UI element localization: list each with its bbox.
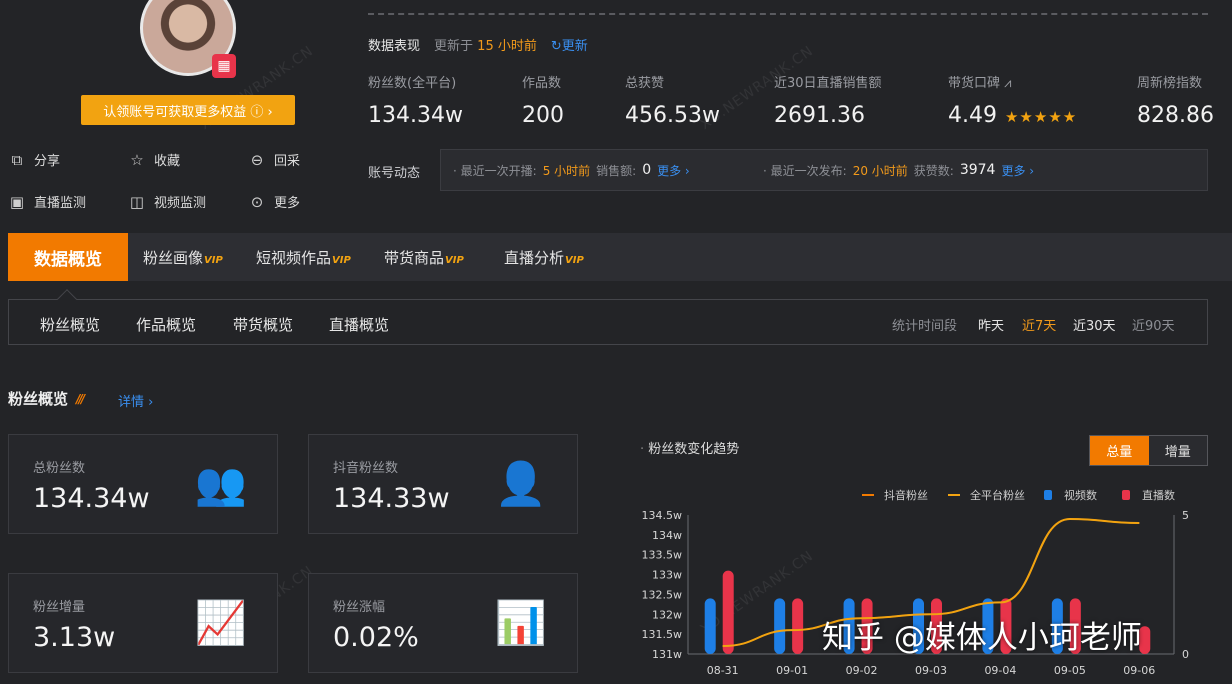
period-yesterday[interactable]: 昨天 bbox=[978, 315, 1004, 334]
user-check-icon: 👤 bbox=[494, 459, 547, 508]
users-icon: 👥 bbox=[194, 459, 247, 508]
star-icon: ☆ bbox=[130, 150, 144, 169]
more-dots-icon: ⊙ bbox=[250, 192, 264, 211]
stat-live-sales: 近30日直播销售额 2691.36 bbox=[774, 76, 882, 128]
subtab-live-overview[interactable]: 直播概览 bbox=[329, 314, 389, 335]
toggle-total[interactable]: 总量 bbox=[1090, 436, 1149, 465]
card-fans-growth: 粉丝增量 3.13w 📈 bbox=[8, 573, 278, 673]
x-tick-label: 09-03 bbox=[915, 664, 947, 677]
legend-label: 直播数 bbox=[1142, 488, 1175, 502]
stat-likes: 总获赞 456.53w bbox=[625, 76, 720, 128]
fans-section-title: 粉丝概览/// bbox=[8, 390, 85, 408]
y-tick-label-left: 133.5w bbox=[642, 549, 683, 562]
card-total-fans: 总粉丝数 134.34w 👥 bbox=[8, 434, 278, 534]
period-30days[interactable]: 近30天 bbox=[1073, 315, 1116, 334]
video-monitor-button[interactable]: ◫ 视频监测 bbox=[128, 192, 206, 212]
toggle-increment[interactable]: 增量 bbox=[1148, 436, 1207, 465]
period-label: 统计时间段 bbox=[892, 319, 958, 334]
bar-live bbox=[792, 598, 804, 654]
trend-icon[interactable]: ⩘ bbox=[1004, 76, 1011, 91]
tv-icon: ▣ bbox=[9, 192, 25, 211]
x-tick-label: 09-02 bbox=[846, 664, 878, 677]
stat-weekly-index: 周新榜指数 828.86 bbox=[1137, 76, 1214, 128]
stat-works: 作品数 200 bbox=[522, 76, 564, 128]
y-tick-label-left: 133w bbox=[652, 569, 682, 582]
rating-stars-icon: ★★★★★ bbox=[1004, 108, 1078, 126]
x-tick-label: 08-31 bbox=[707, 664, 739, 677]
card-fans-rate: 粉丝涨幅 0.02% 📊 bbox=[308, 573, 578, 673]
publish-more-link[interactable]: 更多 › bbox=[1001, 162, 1034, 179]
legend-marker bbox=[1122, 490, 1130, 500]
period-90days[interactable]: 近90天 bbox=[1132, 315, 1175, 334]
favorite-button[interactable]: ☆ 收藏 bbox=[128, 150, 180, 170]
updated-value: 15 小时前 bbox=[477, 39, 537, 54]
legend-label: 视频数 bbox=[1064, 488, 1097, 502]
bar-live bbox=[722, 570, 734, 654]
bar-video bbox=[704, 598, 716, 654]
dynamics-label: 账号动态 bbox=[368, 166, 421, 181]
decor-slashes-icon: /// bbox=[76, 391, 85, 406]
divider bbox=[368, 13, 1208, 15]
bar-chart-icon: 📊 bbox=[494, 598, 547, 647]
performance-header: 数据表现 更新于 15 小时前 ↻更新 bbox=[368, 35, 588, 54]
x-tick-label: 09-05 bbox=[1054, 664, 1086, 677]
more-button[interactable]: ⊙ 更多 bbox=[248, 192, 300, 212]
x-tick-label: 09-04 bbox=[984, 664, 1016, 677]
subtab-sales-overview[interactable]: 带货概览 bbox=[233, 314, 293, 335]
zhihu-watermark: 知乎 @媒体人小珂老师 bbox=[822, 620, 1142, 656]
growth-chart-icon: 📈 bbox=[194, 598, 247, 647]
y-tick-label-left: 132w bbox=[652, 608, 682, 621]
y-tick-label-left: 134w bbox=[652, 529, 682, 542]
recollect-button[interactable]: ⊖ 回采 bbox=[248, 150, 300, 170]
legend-label: 全平台粉丝 bbox=[970, 488, 1025, 502]
legend-marker bbox=[1044, 490, 1052, 500]
updated-prefix: 更新于 bbox=[434, 39, 474, 54]
y-tick-label-left: 132.5w bbox=[642, 588, 683, 601]
live-monitor-button[interactable]: ▣ 直播监测 bbox=[8, 192, 86, 212]
tab-fans-profile[interactable]: 粉丝画像VIP bbox=[143, 247, 223, 268]
detail-link[interactable]: 详情 › bbox=[118, 391, 153, 410]
tab-short-videos[interactable]: 短视频作品VIP bbox=[256, 247, 351, 268]
share-button[interactable]: ⧉ 分享 bbox=[8, 150, 60, 170]
y-tick-label-left: 131.5w bbox=[642, 628, 683, 641]
tab-products[interactable]: 带货商品VIP bbox=[384, 247, 464, 268]
chart-toggle: 总量 增量 bbox=[1089, 435, 1208, 466]
claim-account-button[interactable]: 认领账号可获取更多权益 ⓘ › bbox=[81, 95, 295, 125]
x-tick-label: 09-01 bbox=[776, 664, 808, 677]
chart-monitor-icon: ◫ bbox=[129, 192, 145, 211]
x-tick-label: 09-06 bbox=[1123, 664, 1155, 677]
qr-code-icon[interactable]: ▦ bbox=[212, 54, 236, 78]
stat-fans: 粉丝数(全平台) 134.34w bbox=[368, 76, 463, 128]
chart-title: · 粉丝数变化趋势 bbox=[640, 442, 740, 457]
tab-data-overview[interactable]: 数据概览 bbox=[8, 233, 128, 281]
performance-title: 数据表现 bbox=[368, 39, 421, 54]
live-more-link[interactable]: 更多 › bbox=[657, 162, 690, 179]
y-tick-label-right: 0 bbox=[1182, 648, 1189, 661]
y-tick-label-left: 134.5w bbox=[642, 509, 683, 522]
y-tick-label-left: 131w bbox=[652, 648, 682, 661]
y-tick-label-right: 5 bbox=[1182, 509, 1189, 522]
tab-live-analysis[interactable]: 直播分析VIP bbox=[504, 247, 584, 268]
card-douyin-fans: 抖音粉丝数 134.33w 👤 bbox=[308, 434, 578, 534]
dynamics-box: · 最近一次开播: 5 小时前 销售额: 0 更多 › · 最近一次发布: 20… bbox=[440, 149, 1208, 191]
bar-video bbox=[774, 598, 786, 654]
stat-reputation: 带货口碑 ⩘ 4.49 ★★★★★ bbox=[948, 76, 1078, 128]
subtab-fans-overview[interactable]: 粉丝概览 bbox=[40, 314, 100, 335]
refresh-icon: ↻ bbox=[550, 39, 562, 54]
share-icon: ⧉ bbox=[11, 150, 23, 169]
legend-label: 抖音粉丝 bbox=[884, 488, 928, 502]
subtab-works-overview[interactable]: 作品概览 bbox=[136, 314, 196, 335]
period-7days[interactable]: 近7天 bbox=[1022, 315, 1056, 334]
login-arrow-icon: ⊖ bbox=[250, 150, 264, 169]
refresh-button[interactable]: ↻更新 bbox=[551, 35, 588, 54]
